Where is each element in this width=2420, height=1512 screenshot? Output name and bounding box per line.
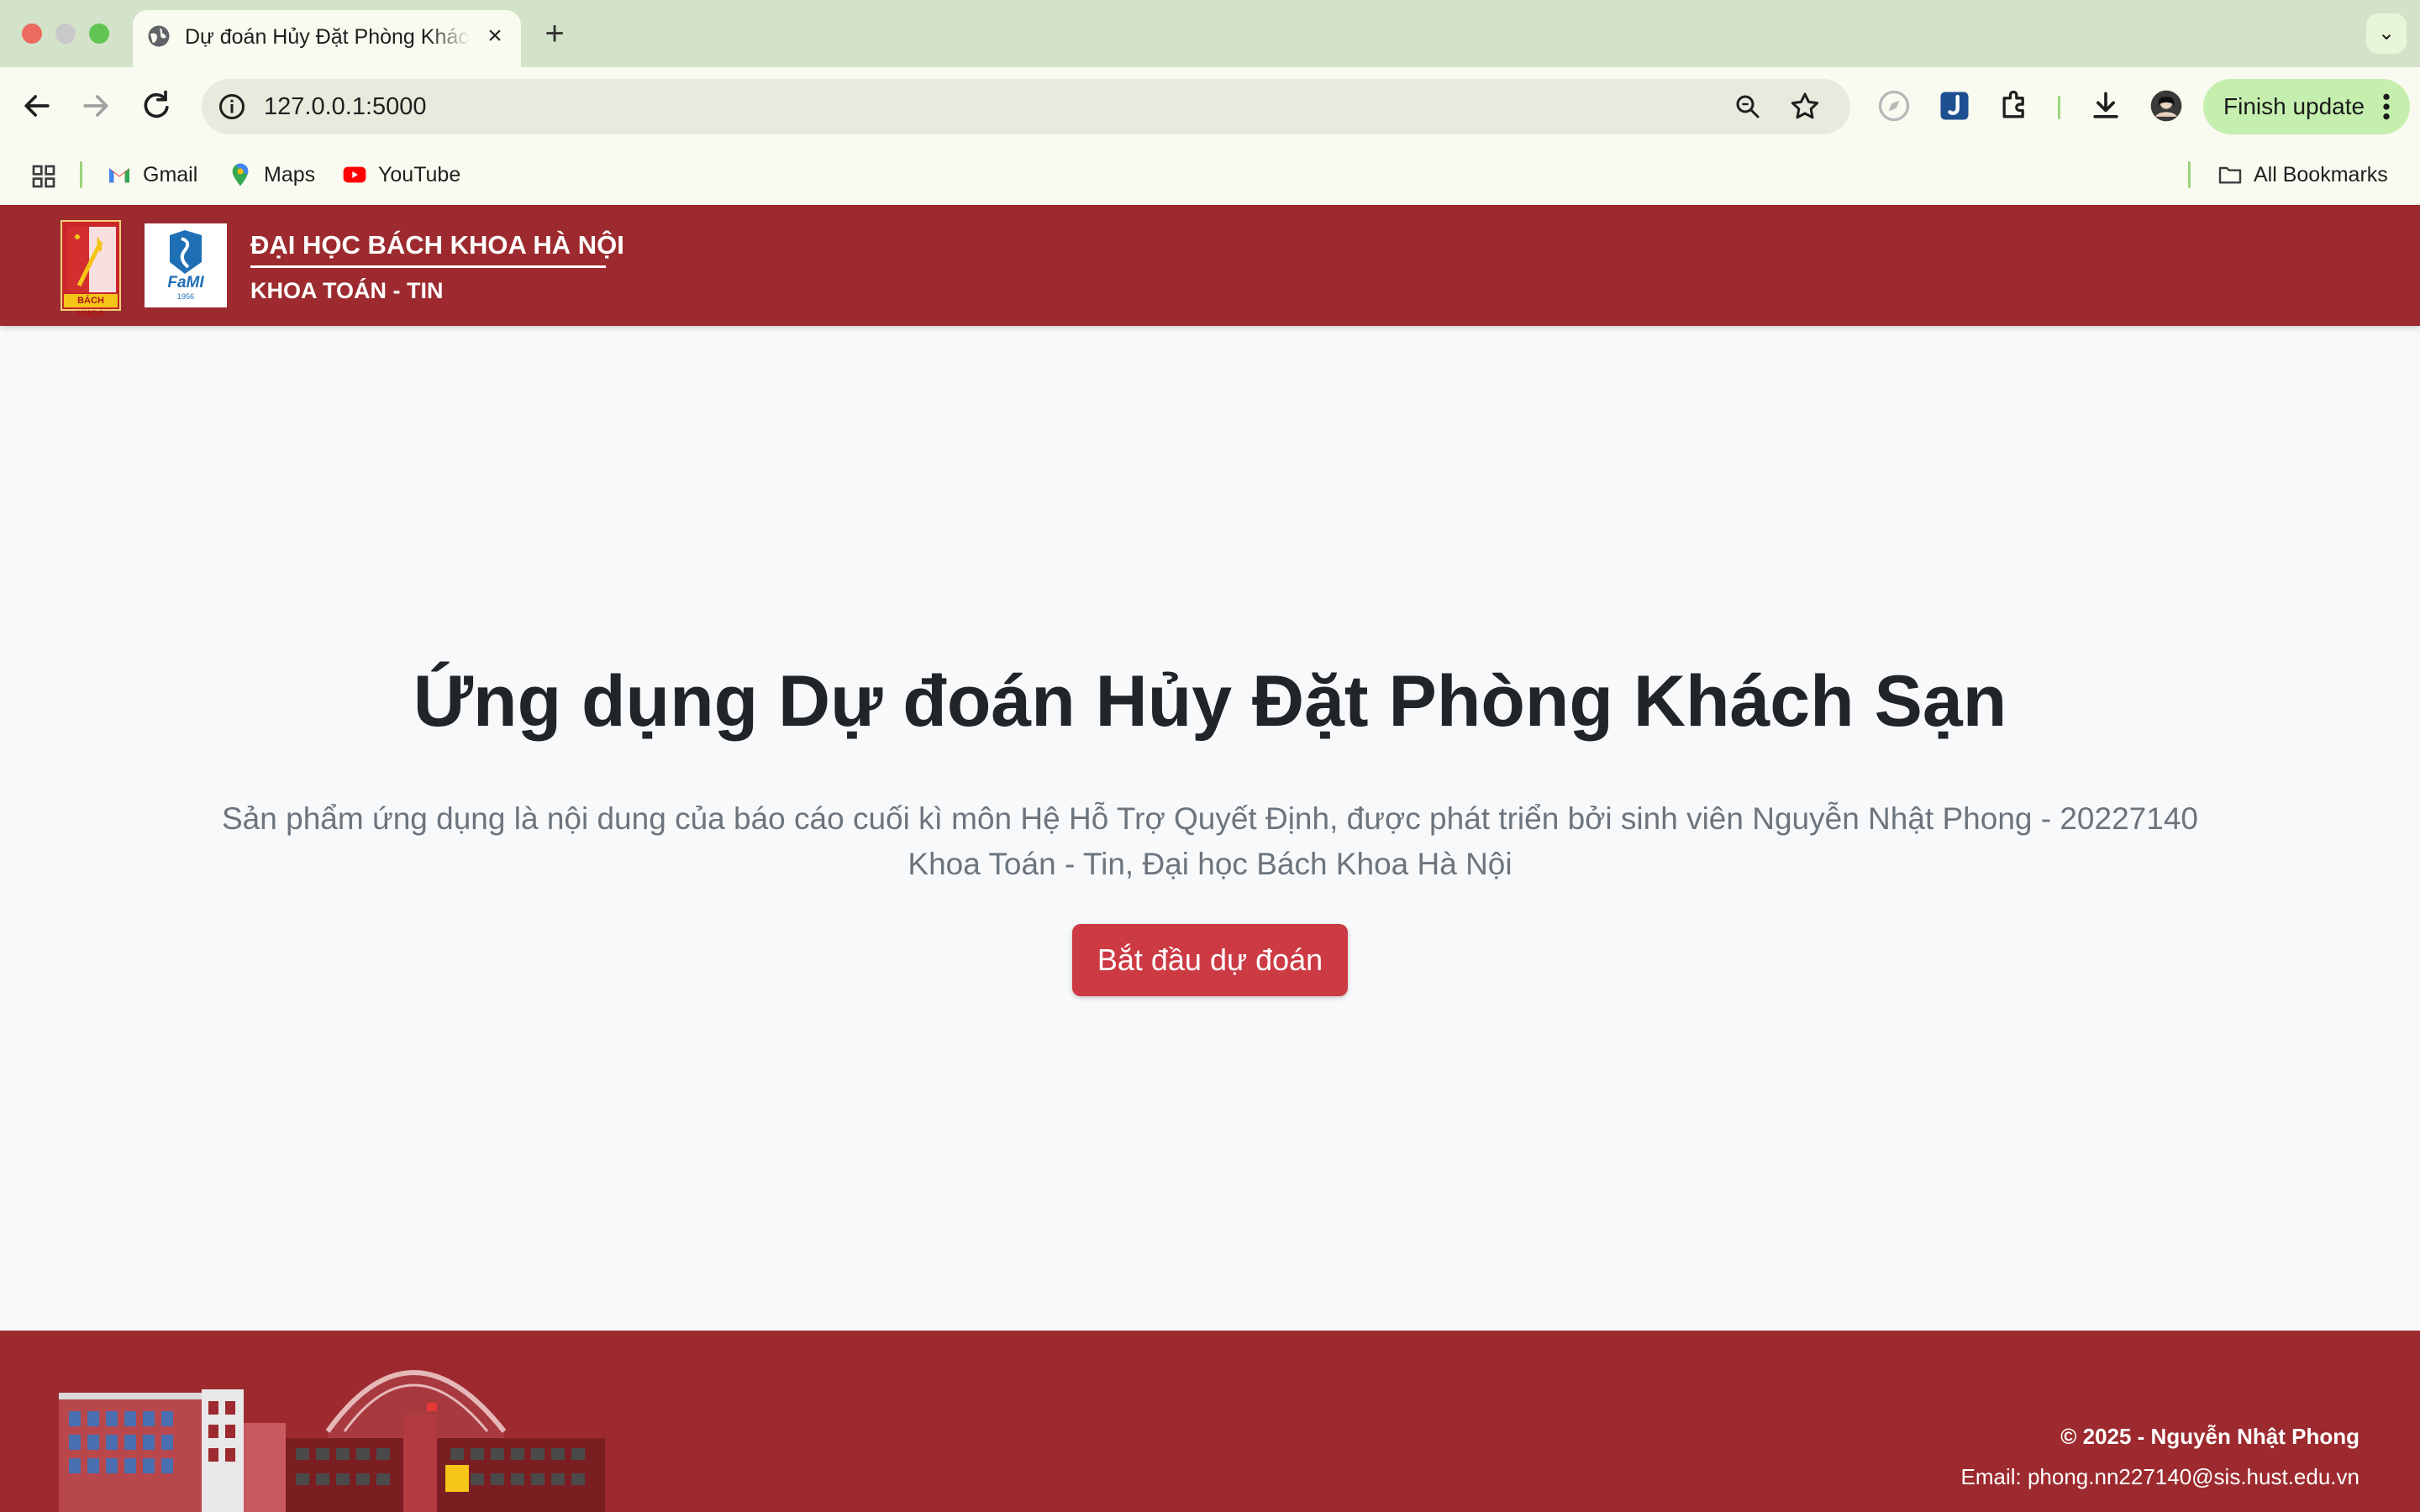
start-prediction-button[interactable]: Bắt đầu dự đoán bbox=[1072, 924, 1348, 996]
apps-grid-icon[interactable] bbox=[30, 163, 57, 190]
browser-toolbar: 127.0.0.1:5000 Finish update bbox=[0, 67, 2420, 144]
more-vertical-icon[interactable] bbox=[2376, 90, 2396, 123]
department-name: KHOA TOÁN - TIN bbox=[250, 278, 444, 303]
address-bar[interactable]: 127.0.0.1:5000 bbox=[202, 79, 1850, 134]
logo-bk-text: BÁCH KHOA bbox=[64, 294, 118, 319]
back-arrow-icon[interactable] bbox=[18, 87, 55, 124]
extensions-puzzle-icon[interactable] bbox=[1996, 87, 2033, 124]
fami-logo[interactable]: FaMI 1956 bbox=[145, 223, 227, 307]
tab-close-icon[interactable]: × bbox=[481, 22, 509, 50]
gmail-icon bbox=[109, 168, 129, 183]
bach-khoa-logo[interactable]: BÁCH KHOA bbox=[60, 220, 121, 319]
browser-tabstrip: Dự đoán Hủy Đặt Phòng Khách Sạn × + ⌄ bbox=[0, 0, 2420, 67]
profile-avatar-icon[interactable] bbox=[2148, 87, 2185, 124]
window-maximize-button[interactable] bbox=[89, 24, 109, 44]
youtube-icon bbox=[343, 166, 366, 183]
window-minimize-button[interactable] bbox=[55, 24, 76, 44]
hero-description-line2: Khoa Toán - Tin, Đại học Bách Khoa Hà Nộ… bbox=[908, 847, 1512, 881]
download-icon[interactable] bbox=[2087, 87, 2124, 124]
header-divider bbox=[250, 265, 606, 268]
campus-building-illustration bbox=[59, 1370, 605, 1512]
footer-email[interactable]: Email: phong.nn227140@sis.hust.edu.vn bbox=[1961, 1460, 2360, 1494]
footer-copyright: © 2025 - Nguyễn Nhật Phong bbox=[2060, 1424, 2360, 1449]
page-title: Ứng dụng Dự đoán Hủy Đặt Phòng Khách Sạn bbox=[413, 661, 2007, 742]
hero-description-line1: Sản phẩm ứng dụng là nội dung của báo cá… bbox=[222, 801, 2198, 836]
maps-icon bbox=[232, 163, 249, 186]
site-footer: © 2025 - Nguyễn Nhật Phong Email: phong.… bbox=[0, 1331, 2420, 1512]
torch-emblem-icon bbox=[67, 227, 116, 292]
jira-extension-icon[interactable] bbox=[1936, 87, 1973, 124]
globe-icon bbox=[148, 25, 170, 47]
url-text[interactable]: 127.0.0.1:5000 bbox=[264, 91, 427, 123]
site-info-icon[interactable] bbox=[217, 92, 247, 122]
all-bookmarks-label: All Bookmarks bbox=[2254, 163, 2388, 186]
folder-icon bbox=[2218, 166, 2242, 184]
site-header: BÁCH KHOA FaMI 1956 ĐẠI HỌC BÁCH KHOA HÀ… bbox=[0, 205, 2420, 326]
bookmark-star-icon[interactable] bbox=[1788, 90, 1822, 123]
bookmark-label: YouTube bbox=[378, 163, 461, 186]
finish-update-button[interactable]: Finish update bbox=[2203, 79, 2410, 134]
compass-extension-icon[interactable] bbox=[1876, 87, 1912, 124]
fami-logo-text: FaMI bbox=[167, 274, 204, 291]
forward-arrow-icon[interactable] bbox=[77, 87, 114, 124]
finish-update-label: Finish update bbox=[2223, 93, 2365, 119]
bookmarks-divider bbox=[2188, 161, 2191, 188]
bookmark-label: Maps bbox=[264, 163, 316, 186]
bookmarks-bar: Gmail Maps YouTube All Bookmarks bbox=[0, 144, 2420, 205]
zoom-icon[interactable] bbox=[1733, 92, 1763, 122]
window-close-button[interactable] bbox=[22, 24, 42, 44]
bookmarks-divider bbox=[80, 161, 82, 188]
fami-emblem-icon bbox=[170, 230, 202, 274]
new-tab-button[interactable]: + bbox=[538, 17, 571, 50]
fami-logo-year: 1956 bbox=[176, 292, 195, 301]
bookmark-label: Gmail bbox=[143, 163, 198, 186]
tab-title: Dự đoán Hủy Đặt Phòng Khách Sạn bbox=[185, 22, 471, 52]
toolbar-divider bbox=[2058, 96, 2060, 119]
reload-icon[interactable] bbox=[138, 87, 175, 124]
university-name[interactable]: ĐẠI HỌC BÁCH KHOA HÀ NỘI bbox=[250, 227, 624, 264]
browser-tab[interactable]: Dự đoán Hủy Đặt Phòng Khách Sạn × bbox=[133, 10, 521, 67]
tab-search-button[interactable]: ⌄ bbox=[2366, 13, 2407, 54]
